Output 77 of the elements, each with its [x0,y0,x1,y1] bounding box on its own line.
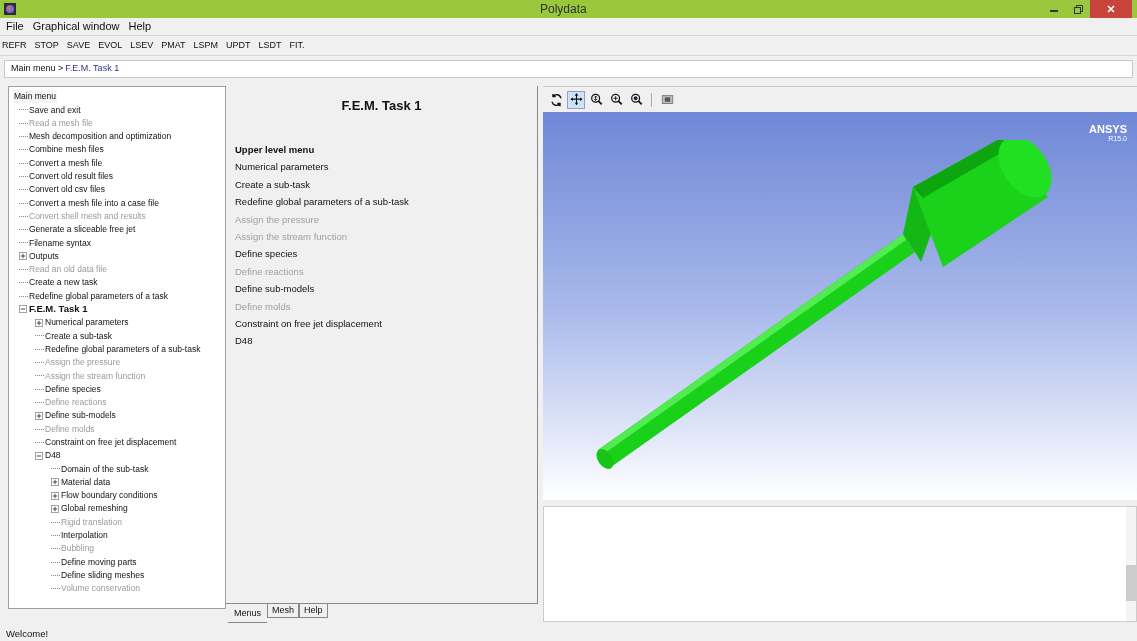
expand-icon[interactable] [51,504,59,513]
menu-link[interactable]: Define species [235,245,298,264]
tree-root[interactable]: Main menu [13,90,58,104]
tree-item[interactable]: Define sub-models [45,409,116,423]
app-icon [4,3,16,15]
restore-icon [1073,4,1083,14]
menu-link[interactable]: Create a sub-task [235,176,310,194]
tree-item[interactable]: Interpolation [61,529,108,542]
zoom-icon [589,92,603,107]
window-title: Polydata [540,1,587,18]
collapse-icon[interactable] [19,305,27,314]
tree-item[interactable]: Convert a mesh file into a case file [29,196,159,210]
breadcrumb-item[interactable]: Main menu > [11,62,64,76]
tree-item[interactable]: Outputs [29,249,59,263]
zoom-fit-icon [629,92,643,107]
close-icon [1107,5,1115,13]
tree-item[interactable]: Redefine global parameters of a sub-task [45,342,201,356]
tree-item[interactable]: Define sliding meshes [61,568,145,582]
expand-icon[interactable] [35,411,43,420]
menu-link[interactable]: Constraint on free jet displacement [235,315,382,333]
toolbar-button[interactable]: LSPM [193,38,219,53]
tree-item[interactable]: Generate a sliceable free jet [29,223,136,236]
expand-icon[interactable] [51,491,59,500]
toolbar-button[interactable]: REFR [2,38,27,53]
expand-icon[interactable] [35,318,43,327]
breadcrumb-current: F.E.M. Task 1 [65,62,120,76]
menu-link[interactable]: Redefine global parameters of a sub-task [235,193,409,212]
tree-item[interactable]: Flow boundary conditions [61,489,158,502]
toolbar-button[interactable]: LSEV [130,38,154,53]
expand-icon[interactable] [19,252,27,261]
tree-item[interactable]: Filename syntax [29,236,91,250]
toolbar-button[interactable]: PMAT [161,38,186,53]
tree-item[interactable]: Mesh decomposition and optimization [29,130,172,143]
tree-item[interactable]: Numerical parameters [45,316,129,330]
tree-item[interactable]: Redefine global parameters of a task [29,289,168,303]
tree-item[interactable]: Combine mesh files [29,143,104,157]
toolbar-button[interactable]: EVOL [98,38,123,53]
menu-link[interactable]: Define sub-models [235,280,315,298]
move-icon [569,92,583,107]
tree-item[interactable]: Material data [61,475,111,489]
menu-item[interactable]: File [6,18,24,35]
scrollbar[interactable] [1126,507,1136,621]
camera-icon [660,92,674,107]
panel-title: F.E.M. Task 1 [340,97,423,115]
menu-link[interactable]: Numerical parameters [235,158,329,177]
toolbar-button[interactable]: STOP [34,38,59,53]
tree-item[interactable]: Define species [45,382,101,396]
tree-item[interactable]: D48 [45,449,61,463]
toolbar-button[interactable]: FIT. [289,38,305,53]
toolbar-button[interactable]: LSDT [258,38,282,53]
tree-item[interactable]: Domain of the sub-task [61,462,149,476]
status-text: Welcome! [5,627,50,641]
menu-item[interactable]: Help [128,18,152,35]
tree-item[interactable]: Constraint on free jet displacement [45,436,177,449]
tree-item[interactable]: Convert old csv files [29,183,106,197]
zoom-in-icon [609,92,623,107]
collapse-icon[interactable] [35,451,43,460]
panel-tab[interactable]: Help [299,604,328,618]
toolbar-button[interactable]: SAVE [66,38,91,53]
breadcrumb-field[interactable]: Main menu > F.E.M. Task 1 [4,60,1133,78]
tree-item[interactable]: Save and exit [29,103,81,117]
tree-item[interactable]: Create a new task [29,276,98,290]
toolbar-button[interactable]: UPDT [226,38,251,53]
menu-item[interactable]: Graphical window [32,18,120,35]
view-tool-button[interactable] [567,90,585,109]
viewport-logo: ANSYS [1089,124,1127,135]
panel-tab[interactable]: Mesh [267,604,300,618]
tree-item[interactable]: Define moving parts [61,555,137,569]
tree-item[interactable]: Convert old result files [29,170,114,183]
upper-menu-link[interactable]: Upper level menu [235,141,315,159]
tree-item[interactable]: Convert a mesh file [29,156,103,170]
expand-icon[interactable] [51,478,59,487]
tree-item[interactable]: Global remeshing [61,502,128,516]
tree-item[interactable]: F.E.M. Task 1 [29,302,88,317]
rotate-icon [549,92,563,107]
tree-item[interactable]: Create a sub-task [45,329,113,343]
menu-link[interactable]: D48 [235,332,253,351]
